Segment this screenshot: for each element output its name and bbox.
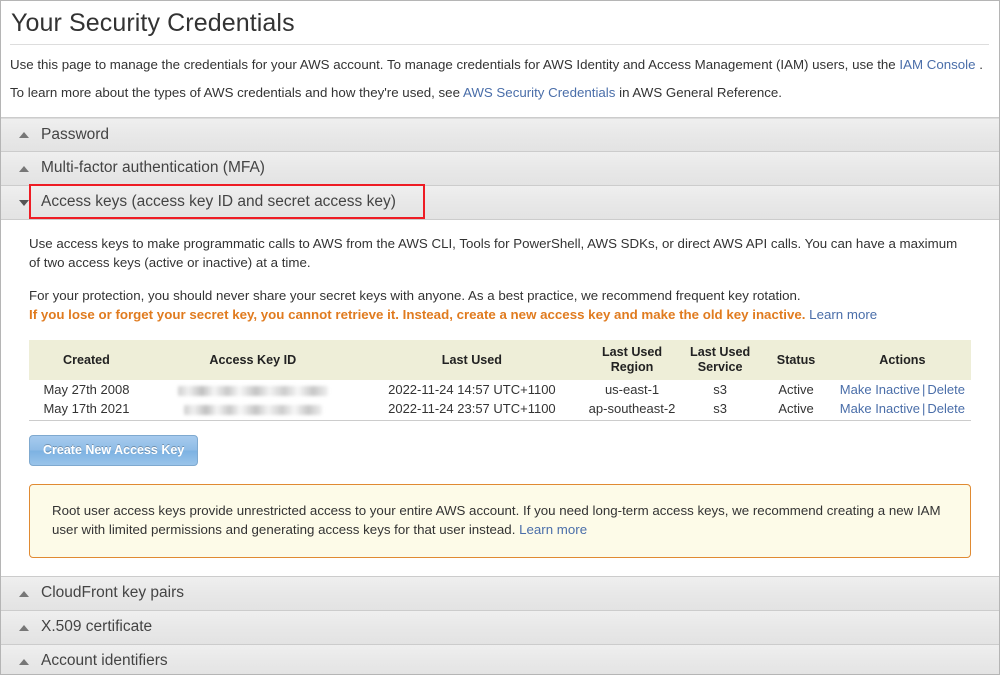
- create-key-button-wrap: Create New Access Key: [29, 421, 971, 466]
- section-label-mfa: Multi-factor authentication (MFA): [41, 159, 265, 177]
- triangle-up-icon: [19, 624, 29, 631]
- redacted-access-key-id: [183, 404, 322, 415]
- column-header-status: Status: [758, 340, 834, 380]
- aws-security-credentials-link[interactable]: AWS Security Credentials: [463, 85, 615, 100]
- access-keys-warning-line: If you lose or forget your secret key, y…: [29, 305, 971, 324]
- cell-actions: Make Inactive | Delete: [833, 399, 971, 421]
- triangle-down-icon: [19, 199, 29, 206]
- column-header-access-key-id: Access Key ID: [143, 340, 362, 380]
- triangle-up-icon: [19, 132, 29, 138]
- status-badge: Active: [758, 399, 834, 421]
- sidebar-item-account-identifiers[interactable]: Account identifiers: [1, 645, 999, 674]
- intro-paragraph-1: Use this page to manage the credentials …: [10, 45, 989, 73]
- panel-bottom-spacer: [29, 558, 971, 576]
- warning-text: If you lose or forget your secret key, y…: [29, 307, 806, 322]
- cell-created: May 17th 2021: [29, 399, 144, 421]
- intro-1-post: .: [975, 57, 983, 72]
- cell-last-used-service: s3: [713, 382, 727, 397]
- section-label-password: Password: [41, 125, 110, 143]
- intro-paragraph-2: To learn more about the types of AWS cre…: [10, 73, 989, 101]
- section-label-account-identifiers: Account identifiers: [41, 652, 168, 670]
- sidebar-item-x509-certificate[interactable]: X.509 certificate: [1, 611, 999, 645]
- accordion-sections: Password Multi-factor authentication (MF…: [1, 117, 999, 674]
- delete-link[interactable]: Delete: [927, 382, 965, 397]
- cell-last-used-service: s3: [681, 399, 759, 421]
- access-keys-paragraph-2: For your protection, you should never sh…: [29, 288, 801, 303]
- warning-learn-more-link[interactable]: Learn more: [809, 307, 877, 322]
- callout-learn-more-link[interactable]: Learn more: [519, 522, 587, 537]
- column-header-last-used: Last Used: [361, 340, 583, 380]
- page-title: Your Security Credentials: [11, 9, 295, 37]
- cell-access-key-id: [143, 399, 362, 421]
- sidebar-item-mfa[interactable]: Multi-factor authentication (MFA): [1, 152, 999, 186]
- access-keys-panel: Use access keys to make programmatic cal…: [1, 220, 999, 577]
- intro-2-post: in AWS General Reference.: [615, 85, 782, 100]
- cell-created: May 27th 2008: [43, 382, 130, 397]
- table-header-row: Created Access Key ID Last Used Last Use…: [29, 340, 971, 380]
- sidebar-item-access-keys[interactable]: Access keys (access key ID and secret ac…: [1, 186, 999, 220]
- make-inactive-link[interactable]: Make Inactive: [840, 382, 920, 397]
- cell-actions: Make Inactive | Delete: [834, 380, 971, 399]
- access-keys-paragraph-1: Use access keys to make programmatic cal…: [29, 236, 958, 270]
- status-badge: Active: [778, 382, 814, 397]
- table-row: May 27th 2008 2022-11-24 14:57 UTC+1100 …: [29, 380, 971, 399]
- make-inactive-link[interactable]: Make Inactive: [840, 401, 920, 416]
- redacted-access-key-id: [177, 385, 328, 396]
- sidebar-item-cloudfront-key-pairs[interactable]: CloudFront key pairs: [1, 577, 999, 611]
- triangle-up-icon: [19, 165, 29, 172]
- delete-link[interactable]: Delete: [927, 401, 965, 416]
- column-header-last-used-service: Last Used Service: [681, 340, 759, 380]
- table-body: May 27th 2008 2022-11-24 14:57 UTC+1100 …: [29, 380, 971, 421]
- cell-access-key-id: [144, 380, 362, 399]
- section-label-access-keys: Access keys (access key ID and secret ac…: [41, 193, 396, 211]
- column-header-actions: Actions: [833, 340, 971, 380]
- intro-2-pre: To learn more about the types of AWS cre…: [10, 85, 463, 100]
- table-row: May 17th 2021 2022-11-24 23:57 UTC+1100 …: [29, 399, 971, 421]
- create-new-access-key-button[interactable]: Create New Access Key: [29, 435, 199, 466]
- column-header-created: Created: [29, 340, 144, 380]
- root-key-info-callout: Root user access keys provide unrestrict…: [29, 484, 971, 558]
- callout-paragraph: Root user access keys provide unrestrict…: [52, 501, 950, 539]
- sidebar-item-password[interactable]: Password: [1, 118, 999, 152]
- intro-1-pre: Use this page to manage the credentials …: [10, 57, 900, 72]
- triangle-up-icon: [19, 590, 29, 597]
- section-label-x509-certificate: X.509 certificate: [41, 618, 153, 636]
- intro-text-block: Use this page to manage the credentials …: [1, 45, 999, 101]
- access-keys-table: Created Access Key ID Last Used Last Use…: [29, 340, 971, 421]
- iam-console-link[interactable]: IAM Console: [899, 57, 975, 72]
- cell-last-used: 2022-11-24 23:57 UTC+1100: [361, 399, 583, 421]
- column-header-last-used-region: Last Used Region: [582, 340, 682, 380]
- security-credentials-page: Your Security Credentials Use this page …: [0, 0, 1000, 675]
- cell-last-used-region: us-east-1: [604, 382, 660, 397]
- triangle-up-icon: [19, 658, 29, 665]
- callout-text: Root user access keys provide unrestrict…: [52, 503, 941, 537]
- cell-last-used: 2022-11-24 14:57 UTC+1100: [388, 382, 556, 397]
- section-label-cloudfront-key-pairs: CloudFront key pairs: [41, 584, 185, 602]
- table-header: Created Access Key ID Last Used Last Use…: [29, 340, 971, 380]
- cell-last-used-region: ap-southeast-2: [582, 399, 682, 421]
